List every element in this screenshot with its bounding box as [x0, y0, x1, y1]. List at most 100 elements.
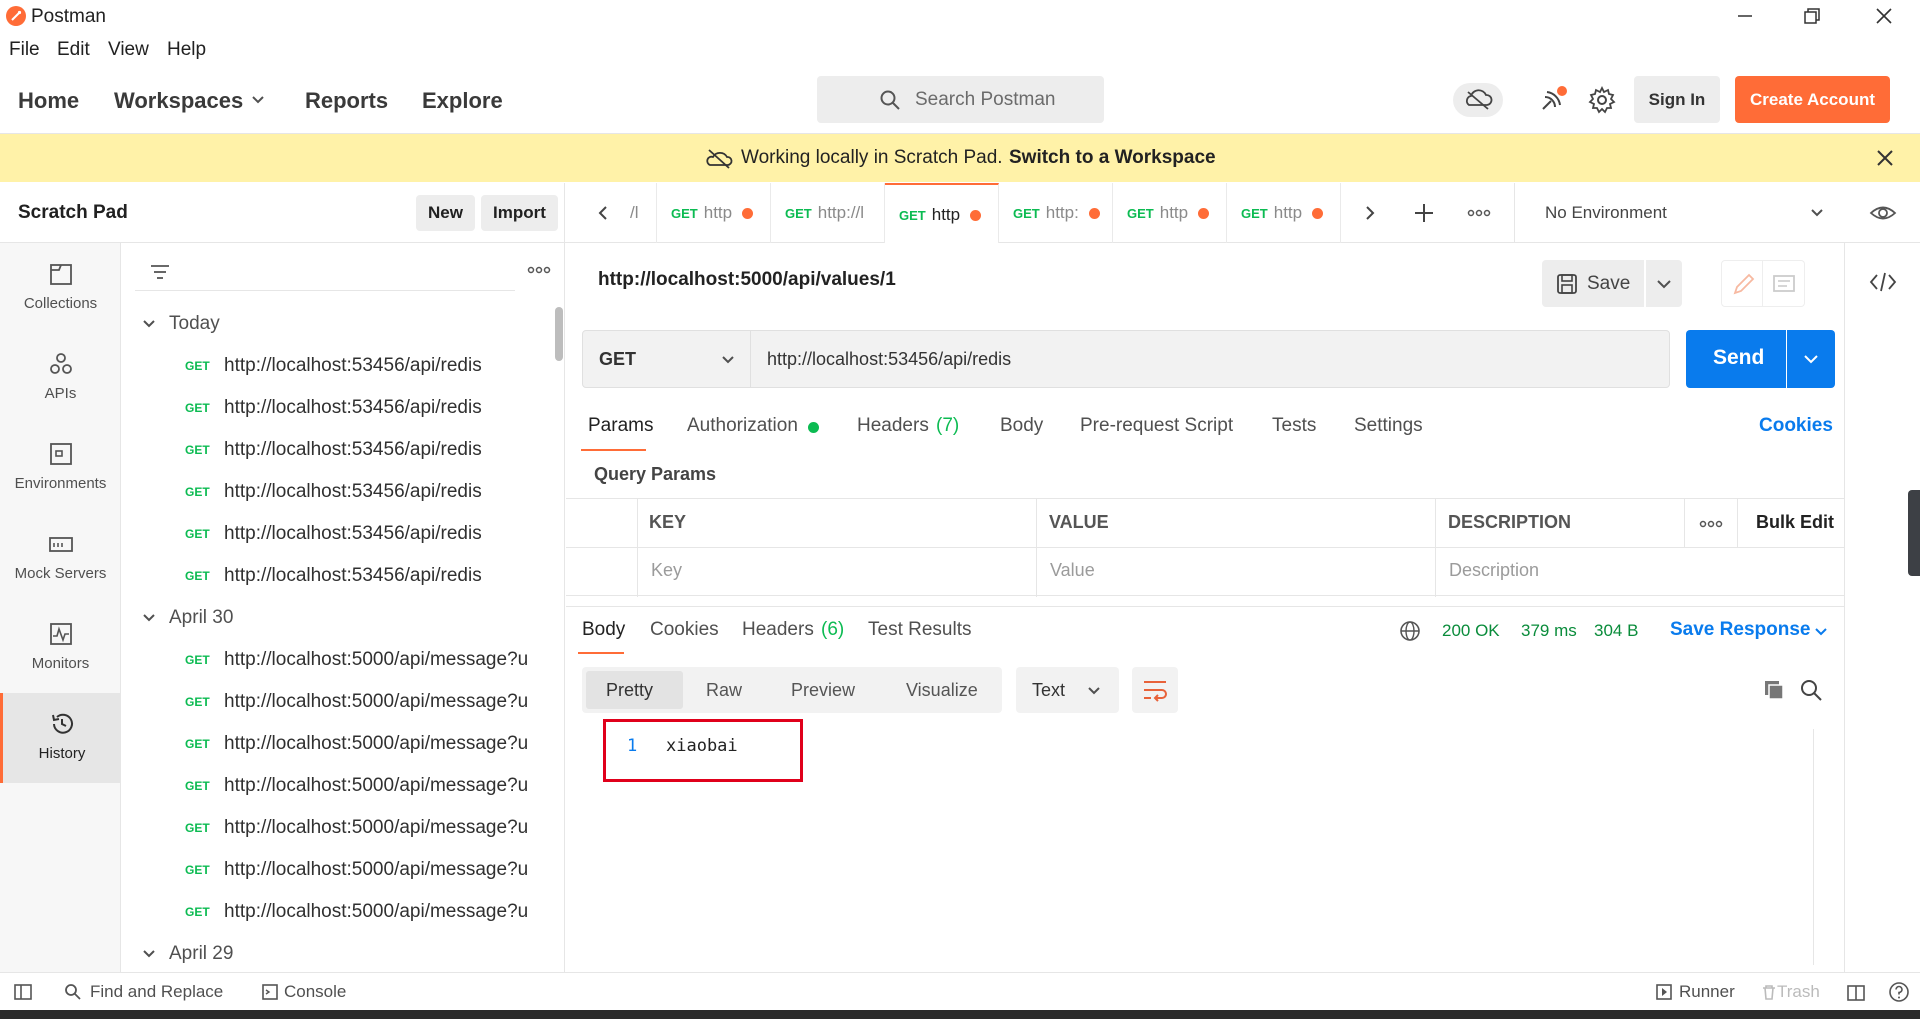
- response-tab-headers[interactable]: Headers: [742, 619, 814, 641]
- search-box[interactable]: Search Postman: [817, 76, 1104, 123]
- filter-box[interactable]: [135, 255, 515, 291]
- comments-icon[interactable]: [1763, 260, 1805, 307]
- request-tab[interactable]: GET http:: [999, 183, 1113, 243]
- history-item[interactable]: GET http://localhost:53456/api/redis: [185, 439, 482, 479]
- history-item[interactable]: GET http://localhost:5000/api/message?u: [185, 649, 528, 689]
- tab-authorization[interactable]: Authorization: [687, 415, 798, 437]
- sidebar-item-collections[interactable]: Collections: [0, 243, 121, 333]
- value-input[interactable]: Value: [1050, 560, 1095, 581]
- settings-gear-icon[interactable]: [1587, 85, 1617, 115]
- response-tab-body[interactable]: Body: [582, 619, 625, 641]
- history-group-header[interactable]: April 30: [141, 607, 233, 629]
- history-item[interactable]: GET http://localhost:5000/api/message?u: [185, 775, 528, 815]
- method-selector[interactable]: GET: [582, 330, 751, 388]
- menu-edit[interactable]: Edit: [57, 39, 90, 61]
- history-item[interactable]: GET http://localhost:5000/api/message?u: [185, 817, 528, 857]
- description-input[interactable]: Description: [1449, 560, 1539, 581]
- runner-button[interactable]: Runner: [1679, 982, 1735, 1002]
- toggle-sidebar-icon[interactable]: [13, 982, 33, 1002]
- history-item[interactable]: GET http://localhost:5000/api/message?u: [185, 733, 528, 773]
- history-item[interactable]: GET http://localhost:53456/api/redis: [185, 523, 482, 563]
- two-pane-icon[interactable]: [1846, 983, 1866, 1003]
- nav-reports[interactable]: Reports: [305, 88, 388, 114]
- save-options-button[interactable]: [1646, 260, 1682, 307]
- sidebar-item-environments[interactable]: Environments: [0, 423, 121, 513]
- filter-icon[interactable]: [149, 261, 171, 283]
- view-preview[interactable]: Preview: [791, 680, 855, 701]
- edit-pencil-icon[interactable]: [1721, 260, 1763, 307]
- cookies-link[interactable]: Cookies: [1759, 415, 1833, 437]
- tabs-scroll-left-icon[interactable]: [594, 204, 612, 222]
- view-visualize[interactable]: Visualize: [906, 680, 978, 701]
- switch-workspace-link[interactable]: Switch to a Workspace: [1009, 147, 1216, 169]
- response-tab-test-results[interactable]: Test Results: [868, 619, 971, 641]
- request-tab[interactable]: GET http: [657, 183, 771, 243]
- nav-home[interactable]: Home: [18, 88, 79, 114]
- chevron-down-icon[interactable]: [250, 92, 266, 108]
- scrollbar[interactable]: [555, 307, 563, 361]
- request-tab[interactable]: /l: [630, 183, 657, 243]
- globe-icon[interactable]: [1398, 619, 1422, 643]
- find-replace-button[interactable]: Find and Replace: [90, 982, 223, 1002]
- view-raw[interactable]: Raw: [706, 680, 742, 701]
- new-tab-icon[interactable]: [1413, 202, 1435, 224]
- nav-explore[interactable]: Explore: [422, 88, 503, 114]
- trash-button[interactable]: Trash: [1777, 982, 1820, 1002]
- tab-prerequest-script[interactable]: Pre-request Script: [1080, 415, 1233, 437]
- restore-icon[interactable]: [1800, 4, 1824, 28]
- sidebar-item-mock-servers[interactable]: Mock Servers: [0, 513, 121, 603]
- url-input[interactable]: http://localhost:53456/api/redis: [751, 330, 1670, 388]
- environment-quick-look-icon[interactable]: [1869, 202, 1897, 224]
- tabs-scroll-right-icon[interactable]: [1361, 204, 1379, 222]
- format-selector[interactable]: Text: [1016, 667, 1119, 713]
- close-window-icon[interactable]: [1872, 4, 1896, 28]
- sidebar-item-monitors[interactable]: Monitors: [0, 603, 121, 693]
- save-button[interactable]: Save: [1542, 260, 1644, 307]
- history-group-header[interactable]: Today: [141, 313, 220, 335]
- bulk-edit-button[interactable]: Bulk Edit: [1756, 512, 1834, 533]
- import-button[interactable]: Import: [481, 195, 558, 231]
- help-icon[interactable]: [1888, 981, 1910, 1003]
- request-tab[interactable]: GET http://l: [771, 183, 885, 243]
- sign-in-button[interactable]: Sign In: [1634, 76, 1720, 123]
- new-button[interactable]: New: [416, 195, 475, 231]
- more-options-icon[interactable]: [527, 265, 551, 275]
- history-item[interactable]: GET http://localhost:5000/api/message?u: [185, 901, 528, 941]
- close-banner-icon[interactable]: [1873, 146, 1897, 170]
- console-button[interactable]: Console: [284, 982, 346, 1002]
- response-tab-cookies[interactable]: Cookies: [650, 619, 719, 641]
- history-item[interactable]: GET http://localhost:53456/api/redis: [185, 481, 482, 521]
- search-icon[interactable]: [1799, 678, 1823, 702]
- request-tab[interactable]: GET http: [885, 183, 999, 243]
- history-group-header[interactable]: April 29: [141, 943, 233, 965]
- cloud-sync-icon[interactable]: [1453, 83, 1503, 117]
- menu-view[interactable]: View: [108, 39, 149, 61]
- code-snippet-icon[interactable]: [1869, 270, 1897, 294]
- history-item[interactable]: GET http://localhost:53456/api/redis: [185, 355, 482, 395]
- send-button[interactable]: Send: [1686, 330, 1786, 388]
- history-item[interactable]: GET http://localhost:53456/api/redis: [185, 565, 482, 605]
- tab-tests[interactable]: Tests: [1272, 415, 1316, 437]
- tab-settings[interactable]: Settings: [1354, 415, 1423, 437]
- chevron-down-icon[interactable]: [1813, 624, 1829, 640]
- tab-params[interactable]: Params: [588, 415, 653, 437]
- wrap-lines-icon[interactable]: [1132, 667, 1178, 713]
- sidebar-item-apis[interactable]: APIs: [0, 333, 121, 423]
- copy-icon[interactable]: [1762, 678, 1786, 702]
- menu-file[interactable]: File: [9, 39, 40, 61]
- table-more-icon[interactable]: [1699, 519, 1723, 529]
- send-options-button[interactable]: [1787, 330, 1835, 388]
- nav-workspaces[interactable]: Workspaces: [114, 88, 243, 114]
- tabs-more-icon[interactable]: [1467, 208, 1491, 218]
- minimize-icon[interactable]: [1733, 4, 1757, 28]
- create-account-button[interactable]: Create Account: [1735, 76, 1890, 123]
- environment-selector[interactable]: No Environment: [1514, 183, 1834, 243]
- menu-help[interactable]: Help: [167, 39, 206, 61]
- tab-body[interactable]: Body: [1000, 415, 1043, 437]
- request-tab[interactable]: GET http: [1113, 183, 1227, 243]
- history-item[interactable]: GET http://localhost:5000/api/message?u: [185, 859, 528, 899]
- request-tab[interactable]: GET http: [1227, 183, 1341, 243]
- view-pretty[interactable]: Pretty: [586, 671, 683, 709]
- sidebar-item-history[interactable]: History: [0, 693, 121, 783]
- history-item[interactable]: GET http://localhost:5000/api/message?u: [185, 691, 528, 731]
